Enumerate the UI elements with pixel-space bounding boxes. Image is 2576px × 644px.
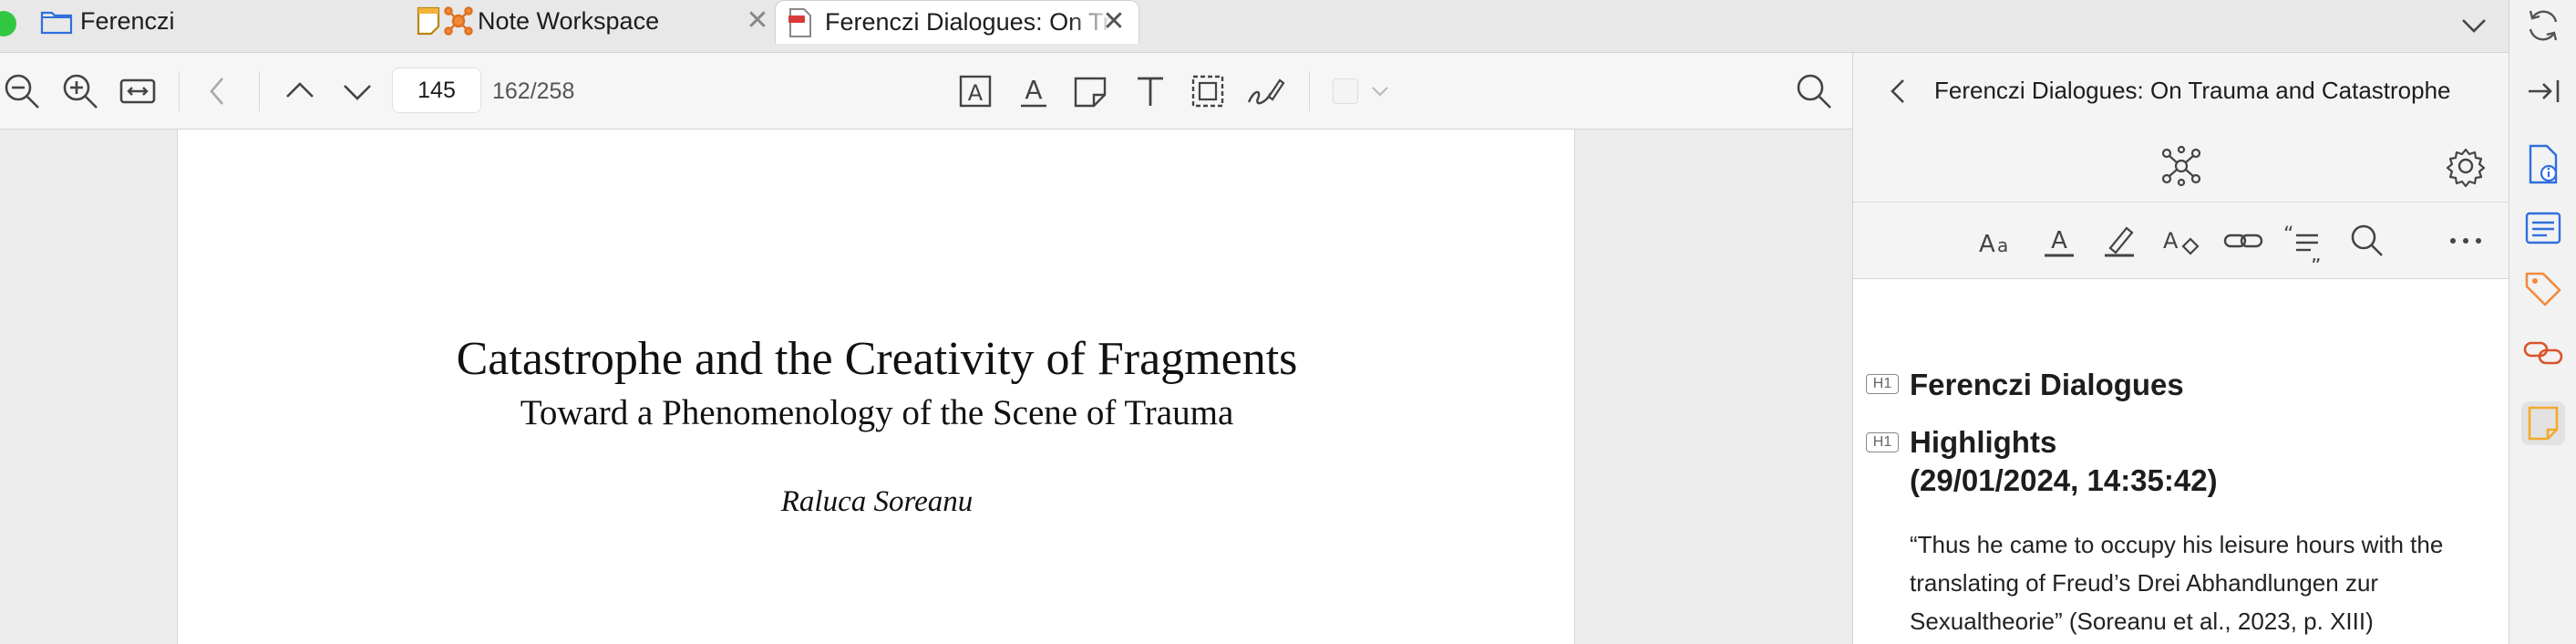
pdf-toolbar: 162/258 A A — [0, 53, 1852, 130]
quote-block-icon[interactable]: “ „ — [2282, 219, 2325, 263]
tab-ferenczi[interactable]: Ferenczi — [40, 0, 405, 42]
text-color-icon[interactable]: A — [2037, 219, 2081, 263]
tab-list-chevron-icon[interactable] — [2456, 7, 2492, 44]
document-title: Catastrophe and the Creativity of Fragme… — [456, 333, 1298, 385]
panel-header: Ferenczi Dialogues: On Trauma and Catast… — [1853, 53, 2509, 130]
highlighter-icon[interactable] — [2097, 219, 2141, 263]
tag-icon[interactable] — [2521, 266, 2565, 310]
pdf-viewport[interactable]: Catastrophe and the Creativity of Fragme… — [0, 130, 1852, 644]
back-chevron-icon[interactable] — [197, 69, 241, 113]
document-subtitle: Toward a Phenomenology of the Scene of T… — [520, 393, 1234, 432]
annotation-panel: Ferenczi Dialogues: On Trauma and Catast… — [1852, 53, 2509, 644]
note-icon[interactable] — [2521, 401, 2565, 445]
window-zoom-button[interactable] — [0, 11, 16, 36]
outline-icon[interactable] — [2521, 206, 2565, 250]
fit-width-icon[interactable] — [116, 69, 160, 113]
sync-icon[interactable] — [2521, 4, 2565, 47]
zoom-in-icon[interactable] — [58, 69, 102, 113]
panel-title: Ferenczi Dialogues: On Trauma and Catast… — [1934, 77, 2451, 104]
font-size-icon[interactable]: A a — [1975, 219, 2019, 263]
panel-toolbar-top — [1853, 130, 2509, 203]
toolbar-divider — [179, 71, 180, 111]
note-quote: “Thus he came to occupy his leisure hour… — [1910, 531, 2444, 635]
close-tab-button[interactable]: ✕ — [1100, 8, 1128, 36]
underline-text-icon[interactable]: A — [1012, 69, 1056, 113]
svg-text:“: “ — [2283, 223, 2293, 246]
note-editor[interactable]: H1 Ferenczi Dialogues H1 Highlights (29/… — [1853, 279, 2509, 644]
document-author: Raluca Soreanu — [780, 485, 974, 518]
toolbar-divider — [259, 71, 260, 111]
link-icon[interactable] — [2221, 219, 2265, 263]
heading-level-tag: H1 — [1866, 432, 1899, 452]
svg-text:A: A — [1979, 231, 1995, 258]
sticky-note-icon[interactable] — [1068, 69, 1112, 113]
note-heading-ferenczi-dialogues: Ferenczi Dialogues — [1910, 368, 2184, 401]
document-info-icon[interactable] — [2521, 142, 2565, 186]
pdf-page[interactable]: Catastrophe and the Creativity of Fragme… — [177, 130, 1575, 644]
pdf-document-icon — [788, 7, 811, 37]
page-count: 162/258 — [492, 78, 575, 104]
more-options-icon[interactable] — [2444, 219, 2488, 263]
svg-text:a: a — [1997, 234, 2008, 256]
tab-label: Note Workspace — [478, 6, 660, 35]
color-picker-swatch[interactable] — [1333, 78, 1358, 104]
clear-format-icon[interactable]: A — [2159, 219, 2203, 263]
note-heading-highlights: Highlights — [1910, 425, 2057, 459]
tab-bar: Ferenczi Note Workspace ✕ Ferenczi Dialo… — [0, 0, 2509, 53]
svg-text:A: A — [2051, 227, 2067, 254]
svg-text:„: „ — [2311, 244, 2321, 263]
next-page-icon[interactable] — [335, 69, 379, 113]
svg-text:A: A — [968, 80, 984, 106]
tab-note-workspace[interactable]: Note Workspace ✕ — [416, 0, 771, 42]
back-chevron-icon[interactable] — [1880, 73, 1917, 109]
tab-ferenczi-dialogues[interactable]: Ferenczi Dialogues: On Trauma and Catast… — [775, 0, 1139, 44]
zoom-out-icon[interactable] — [0, 69, 44, 113]
right-sidebar — [2509, 0, 2576, 644]
svg-text:A: A — [2163, 228, 2179, 254]
note-workspace-icon — [444, 6, 473, 36]
tab-label: Ferenczi — [80, 6, 175, 35]
signature-icon[interactable] — [1243, 69, 1287, 113]
text-tool-icon[interactable] — [1128, 69, 1172, 113]
page-number-input[interactable] — [392, 68, 481, 113]
svg-text:A: A — [1025, 75, 1042, 105]
search-icon[interactable] — [2345, 219, 2389, 263]
mind-map-icon[interactable] — [2159, 144, 2203, 188]
folder-icon — [40, 11, 73, 35]
heading-level-tag: H1 — [1866, 374, 1899, 394]
tab-label: Ferenczi Dialogues: On Trauma and Catast… — [825, 8, 1115, 36]
search-icon[interactable] — [1792, 69, 1836, 113]
area-select-icon[interactable] — [1186, 69, 1230, 113]
text-box-icon[interactable]: A — [953, 69, 997, 113]
previous-page-icon[interactable] — [278, 69, 322, 113]
close-tab-button[interactable]: ✕ — [744, 7, 771, 35]
gear-icon[interactable] — [2444, 144, 2488, 188]
toolbar-divider — [1309, 71, 1310, 111]
panel-format-toolbar: A a A A “ „ — [1853, 203, 2509, 279]
collapse-panel-icon[interactable] — [2521, 69, 2565, 113]
chevron-down-icon[interactable] — [1367, 78, 1393, 104]
link-icon[interactable] — [2521, 330, 2565, 374]
note-heading-timestamp: (29/01/2024, 14:35:42) — [1910, 463, 2218, 497]
note-icon — [417, 6, 440, 36]
